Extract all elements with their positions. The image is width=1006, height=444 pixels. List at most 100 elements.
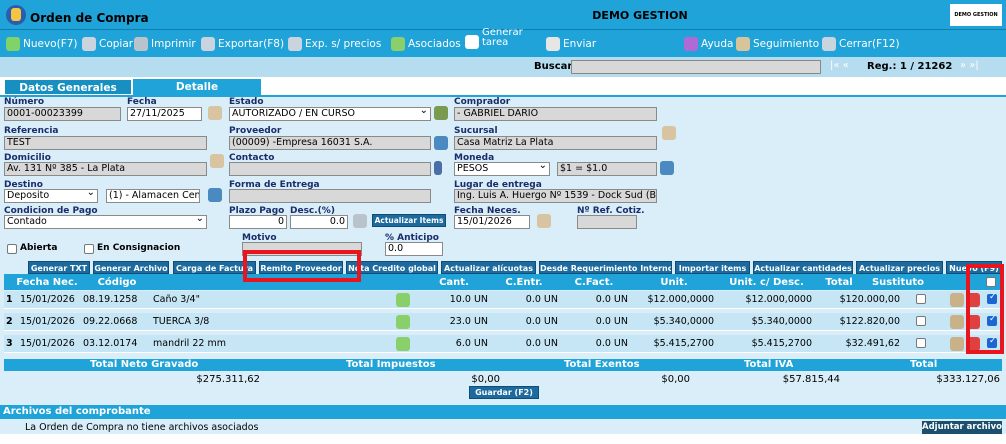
- product-icon[interactable]: [396, 315, 410, 329]
- tab-datos-generales[interactable]: Datos Generales: [4, 79, 132, 95]
- col-cant[interactable]: Cant.: [424, 277, 484, 288]
- edit-row-icon[interactable]: [950, 315, 964, 329]
- copy-button[interactable]: Copiar: [82, 37, 133, 51]
- abierta-checkbox[interactable]: [7, 244, 17, 254]
- export-button[interactable]: Exportar(F8): [201, 37, 284, 51]
- discount-icon[interactable]: [353, 214, 367, 228]
- generate-task-button[interactable]: Generar tarea: [465, 28, 523, 49]
- actualizar-alicuotas-button[interactable]: Actualizar alícuotas: [441, 261, 536, 274]
- desc-field[interactable]: 0.0: [290, 215, 348, 229]
- desde-requerimiento-button[interactable]: Desde Requerimiento Interno: [539, 261, 672, 274]
- edit-icon[interactable]: [210, 154, 224, 168]
- edit-row-icon[interactable]: [950, 293, 964, 307]
- referencia-field[interactable]: TEST: [4, 136, 207, 150]
- contact-icon[interactable]: [434, 161, 442, 175]
- table-row[interactable]: 2 15/01/2026 09.22.0668 TUERCA 3/8 23.0 …: [4, 313, 1002, 331]
- product-icon[interactable]: [396, 293, 410, 307]
- search-warehouse-icon[interactable]: [208, 188, 222, 202]
- generar-txt-button[interactable]: Generar TXT: [28, 261, 90, 274]
- total-exentos-label: Total Exentos: [564, 359, 640, 370]
- search-input[interactable]: [571, 60, 821, 74]
- company-name: DEMO GESTION: [592, 9, 688, 22]
- generar-archivo-button[interactable]: Generar Archivo: [93, 261, 169, 274]
- sucursal-field[interactable]: Casa Matriz La Plata: [454, 136, 657, 150]
- almacen-field[interactable]: (1) - Alamacen Cent: [106, 189, 200, 203]
- tracking-button[interactable]: Seguimiento: [736, 37, 819, 51]
- plazo-pago-field[interactable]: 0: [229, 215, 287, 229]
- edit-icon[interactable]: [662, 126, 676, 140]
- nav-next-buttons[interactable]: » »|: [960, 60, 979, 71]
- col-codigo[interactable]: Código: [84, 277, 150, 288]
- close-icon: [822, 37, 836, 51]
- calendar-icon[interactable]: [208, 106, 222, 120]
- col-unit-desc[interactable]: Unit. c/ Desc.: [719, 277, 814, 288]
- close-button[interactable]: Cerrar(F12): [822, 37, 900, 51]
- numero-field: 0001-00023399: [4, 107, 121, 121]
- abierta-label: Abierta: [20, 243, 58, 253]
- actualizar-items-button[interactable]: Actualizar Items: [372, 214, 446, 227]
- sustituto-checkbox[interactable]: [916, 294, 926, 304]
- col-c-entr[interactable]: C.Entr.: [494, 277, 554, 288]
- copy-icon: [82, 37, 96, 51]
- attachments-header: Archivos del comprobante: [0, 405, 1006, 419]
- edit-row-icon[interactable]: [950, 337, 964, 351]
- attach-file-button[interactable]: Adjuntar archivo: [922, 421, 1002, 434]
- total-label: Total: [910, 359, 938, 370]
- task-icon: [465, 35, 479, 49]
- referencia-label: Referencia: [4, 126, 59, 136]
- refresh-icon[interactable]: [660, 161, 674, 175]
- fecha-neces-field[interactable]: 15/01/2026: [454, 215, 530, 229]
- product-icon[interactable]: [396, 337, 410, 351]
- forma-entrega-field[interactable]: [229, 189, 431, 203]
- total-impuestos-value: $0,00: [471, 374, 500, 385]
- contacto-field[interactable]: [229, 162, 431, 176]
- send-icon: [546, 37, 560, 51]
- export-no-prices-button[interactable]: Exp. s/ precios: [288, 37, 381, 51]
- sustituto-checkbox[interactable]: [916, 316, 926, 326]
- total-impuestos-label: Total Impuestos: [346, 359, 436, 370]
- window-title: Orden de Compra: [30, 11, 149, 25]
- proveedor-field[interactable]: (00009) -Empresa 16031 S.A.: [229, 136, 431, 150]
- new-icon: [6, 37, 20, 51]
- cotizacion-field: $1 = $1.0: [557, 162, 657, 176]
- company-logo: DEMO GESTION: [950, 4, 1002, 26]
- destino-select[interactable]: Deposito: [4, 189, 98, 203]
- tracking-icon: [736, 37, 750, 51]
- printer-icon: [134, 37, 148, 51]
- consignacion-label: En Consignacion: [97, 243, 181, 253]
- table-row[interactable]: 1 15/01/2026 08.19.1258 Caño 3/4" 10.0 U…: [4, 291, 1002, 309]
- consignacion-checkbox[interactable]: [84, 244, 94, 254]
- anticipo-field[interactable]: 0.0: [385, 242, 443, 256]
- estado-select[interactable]: AUTORIZADO / EN CURSO: [229, 107, 431, 121]
- col-unit[interactable]: Unit.: [644, 277, 704, 288]
- table-row[interactable]: 3 15/01/2026 03.12.0174 mandril 22 mm 6.…: [4, 335, 1002, 353]
- moneda-select[interactable]: PESOS: [454, 162, 550, 176]
- refresh-icon[interactable]: [434, 106, 448, 120]
- calendar-icon[interactable]: [537, 214, 551, 228]
- sustituto-checkbox[interactable]: [916, 338, 926, 348]
- fecha-label: Fecha: [127, 97, 157, 107]
- col-fecha-nec[interactable]: Fecha Nec.: [12, 277, 82, 288]
- importar-items-button[interactable]: Importar items: [675, 261, 750, 274]
- col-total[interactable]: Total: [814, 277, 864, 288]
- col-sustituto[interactable]: Sustituto: [868, 277, 928, 288]
- print-button[interactable]: Imprimir: [134, 37, 196, 51]
- search-supplier-icon[interactable]: [434, 136, 448, 150]
- fecha-field[interactable]: 27/11/2025: [127, 107, 202, 121]
- actualizar-precios-button[interactable]: Actualizar precios: [856, 261, 943, 274]
- condicion-pago-select[interactable]: Contado: [4, 215, 207, 229]
- proveedor-label: Proveedor: [229, 126, 282, 136]
- nav-prev-buttons[interactable]: |« «: [830, 60, 849, 71]
- ref-cotiz-field[interactable]: [577, 215, 637, 229]
- actualizar-cantidades-button[interactable]: Actualizar cantidades: [753, 261, 853, 274]
- save-button[interactable]: Guardar (F2): [469, 386, 539, 399]
- lugar-entrega-field[interactable]: Ing. Luis A. Huergo Nº 1539 - Dock Sud (…: [454, 189, 657, 203]
- new-button[interactable]: Nuevo(F7): [6, 37, 78, 51]
- send-button[interactable]: Enviar: [546, 37, 596, 51]
- col-c-fact[interactable]: C.Fact.: [564, 277, 624, 288]
- tab-detalle[interactable]: Detalle: [133, 79, 261, 95]
- highlight-remito-proveedor: [243, 250, 361, 282]
- comprador-field: - GABRIEL DARIO: [454, 107, 657, 121]
- associates-button[interactable]: Asociados: [391, 37, 461, 51]
- help-button[interactable]: Ayuda: [684, 37, 733, 51]
